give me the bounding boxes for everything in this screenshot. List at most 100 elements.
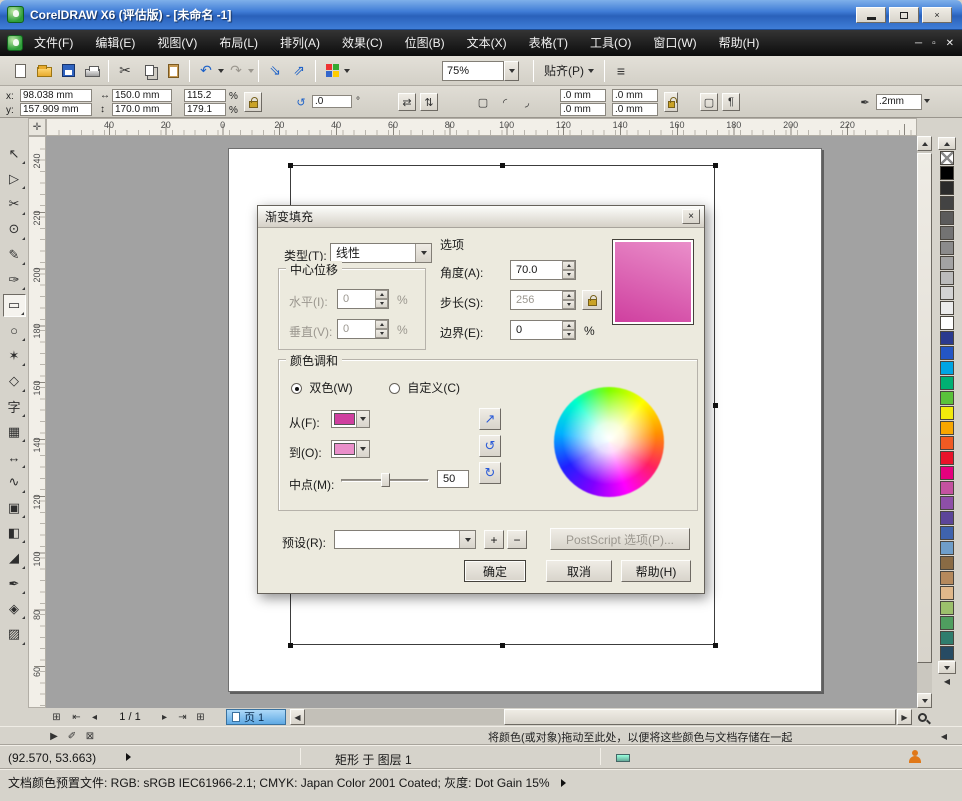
steps-lock-button[interactable]	[582, 290, 602, 310]
menu-item[interactable]: 文件(F)	[23, 30, 84, 56]
corner-radius-field-bl[interactable]: .0 mm	[560, 103, 606, 116]
rotation-angle-field[interactable]: .0	[312, 95, 352, 108]
copy-button[interactable]	[137, 59, 161, 83]
ok-button[interactable]: 确定	[464, 560, 526, 582]
help-button[interactable]: 帮助(H)	[621, 560, 691, 582]
selection-handle[interactable]	[713, 163, 718, 168]
color-proof-icon[interactable]	[616, 754, 630, 762]
pick-tool[interactable]: ↖	[3, 142, 26, 165]
palette-swatch[interactable]	[940, 421, 954, 435]
vertical-scroll-thumb[interactable]	[917, 153, 932, 663]
from-color-picker[interactable]	[331, 410, 370, 428]
menu-item[interactable]: 工具(O)	[579, 30, 642, 56]
palette-swatch[interactable]	[940, 451, 954, 465]
profile-expand-icon[interactable]	[561, 779, 566, 787]
angle-spinner[interactable]: 70.0	[510, 260, 576, 280]
vertical-ruler[interactable]: 240220200180160140120100806040	[28, 136, 46, 708]
redo-dropdown[interactable]	[248, 69, 254, 73]
crop-tool[interactable]: ✂	[3, 193, 26, 216]
menu-item[interactable]: 窗口(W)	[642, 30, 707, 56]
x-position-field[interactable]: 98.038 mm	[20, 89, 92, 102]
previous-page-button[interactable]: ◂	[86, 709, 103, 725]
minimize-button[interactable]	[856, 7, 886, 23]
print-button[interactable]	[80, 59, 104, 83]
palette-swatch[interactable]	[940, 526, 954, 540]
transparency-tool[interactable]: ◧	[3, 521, 26, 544]
add-page-button[interactable]: ⊞	[48, 709, 65, 725]
palette-swatch[interactable]	[940, 376, 954, 390]
freehand-tool[interactable]: ✎	[3, 243, 26, 266]
close-button[interactable]: ×	[922, 7, 952, 23]
outline-width-dropdown[interactable]	[924, 99, 930, 103]
palette-swatch[interactable]	[940, 166, 954, 180]
ruler-origin[interactable]: ✛	[28, 118, 46, 136]
scroll-up-button[interactable]	[917, 136, 932, 151]
scale-x-field[interactable]: 115.2	[184, 89, 226, 102]
palette-swatch[interactable]	[940, 226, 954, 240]
midpoint-value-field[interactable]: 50	[437, 470, 469, 488]
palette-swatch[interactable]	[940, 361, 954, 375]
mdi-close-icon[interactable]: ✕	[946, 38, 954, 49]
wrap-text-button[interactable]: ¶	[722, 93, 740, 111]
dialog-close-button[interactable]: ×	[682, 209, 700, 224]
scroll-right-button[interactable]: ▶	[897, 709, 912, 725]
first-page-button[interactable]: ⇤	[68, 709, 85, 725]
mirror-horizontal-button[interactable]: ⇄	[398, 93, 416, 111]
horizontal-spinner[interactable]: 0	[337, 289, 389, 309]
spinner-arrows[interactable]	[375, 320, 388, 338]
spinner-arrows[interactable]	[562, 261, 575, 279]
add-page-button[interactable]: ⊞	[192, 709, 209, 725]
selection-handle[interactable]	[713, 643, 718, 648]
no-color-well[interactable]: ⊠	[82, 729, 98, 743]
next-page-button[interactable]: ▸	[156, 709, 173, 725]
menu-item[interactable]: 帮助(H)	[708, 30, 771, 56]
corner-radius-field-tl[interactable]: .0 mm	[560, 89, 606, 102]
selection-handle[interactable]	[288, 163, 293, 168]
selection-handle[interactable]	[500, 643, 505, 648]
palette-swatch[interactable]	[940, 151, 954, 165]
restore-button[interactable]	[889, 7, 919, 23]
palette-swatch[interactable]	[940, 631, 954, 645]
menu-item[interactable]: 排列(A)	[269, 30, 331, 56]
menu-item[interactable]: 视图(V)	[146, 30, 208, 56]
midpoint-slider[interactable]	[341, 473, 429, 487]
palette-swatch[interactable]	[940, 196, 954, 210]
connector-tool[interactable]: ∿	[3, 471, 26, 494]
mirror-vertical-button[interactable]: ⇅	[420, 93, 438, 111]
artistic-media-tool[interactable]: ✑	[3, 268, 26, 291]
redo-button[interactable]: ↷	[224, 59, 248, 83]
palette-swatch[interactable]	[940, 346, 954, 360]
palette-swatch[interactable]	[940, 511, 954, 525]
zoom-combobox[interactable]: 75%	[442, 61, 519, 81]
palette-swatch[interactable]	[940, 181, 954, 195]
palette-swatch[interactable]	[940, 556, 954, 570]
color-wheel[interactable]	[554, 387, 664, 497]
slider-thumb[interactable]	[381, 473, 390, 487]
rotate-ccw-button[interactable]: ↺	[479, 435, 501, 457]
ellipse-tool[interactable]: ○	[3, 319, 26, 342]
palette-swatch[interactable]	[940, 436, 954, 450]
palette-swatch[interactable]	[940, 211, 954, 225]
zoom-dropdown[interactable]	[504, 61, 519, 81]
palette-swatch[interactable]	[940, 496, 954, 510]
cut-button[interactable]: ✂	[113, 59, 137, 83]
snap-to-button[interactable]: 贴齐(P)	[538, 60, 600, 82]
undo-button[interactable]: ↶	[194, 59, 218, 83]
palette-swatch[interactable]	[940, 571, 954, 585]
mdi-restore-icon[interactable]: ▫	[932, 38, 936, 49]
pan-zoom-button[interactable]	[914, 709, 931, 725]
menu-item[interactable]: 布局(L)	[208, 30, 269, 56]
import-button[interactable]: ⇘	[263, 59, 287, 83]
horizontal-ruler[interactable]: 4020020406080100120140160180200220	[46, 118, 917, 136]
menu-item[interactable]: 效果(C)	[331, 30, 394, 56]
table-tool[interactable]: ▦	[3, 420, 26, 443]
fill-tool[interactable]: ◈	[3, 597, 26, 620]
selection-handle[interactable]	[713, 403, 718, 408]
palette-swatch[interactable]	[940, 241, 954, 255]
custom-radio[interactable]: 自定义(C)	[389, 379, 460, 396]
object-width-field[interactable]: 150.0 mm	[112, 89, 172, 102]
scale-y-field[interactable]: 179.1	[184, 103, 226, 116]
last-page-button[interactable]: ⇥	[174, 709, 191, 725]
scale-with-object-button[interactable]: ▢	[700, 93, 718, 111]
menu-item[interactable]: 表格(T)	[518, 30, 579, 56]
